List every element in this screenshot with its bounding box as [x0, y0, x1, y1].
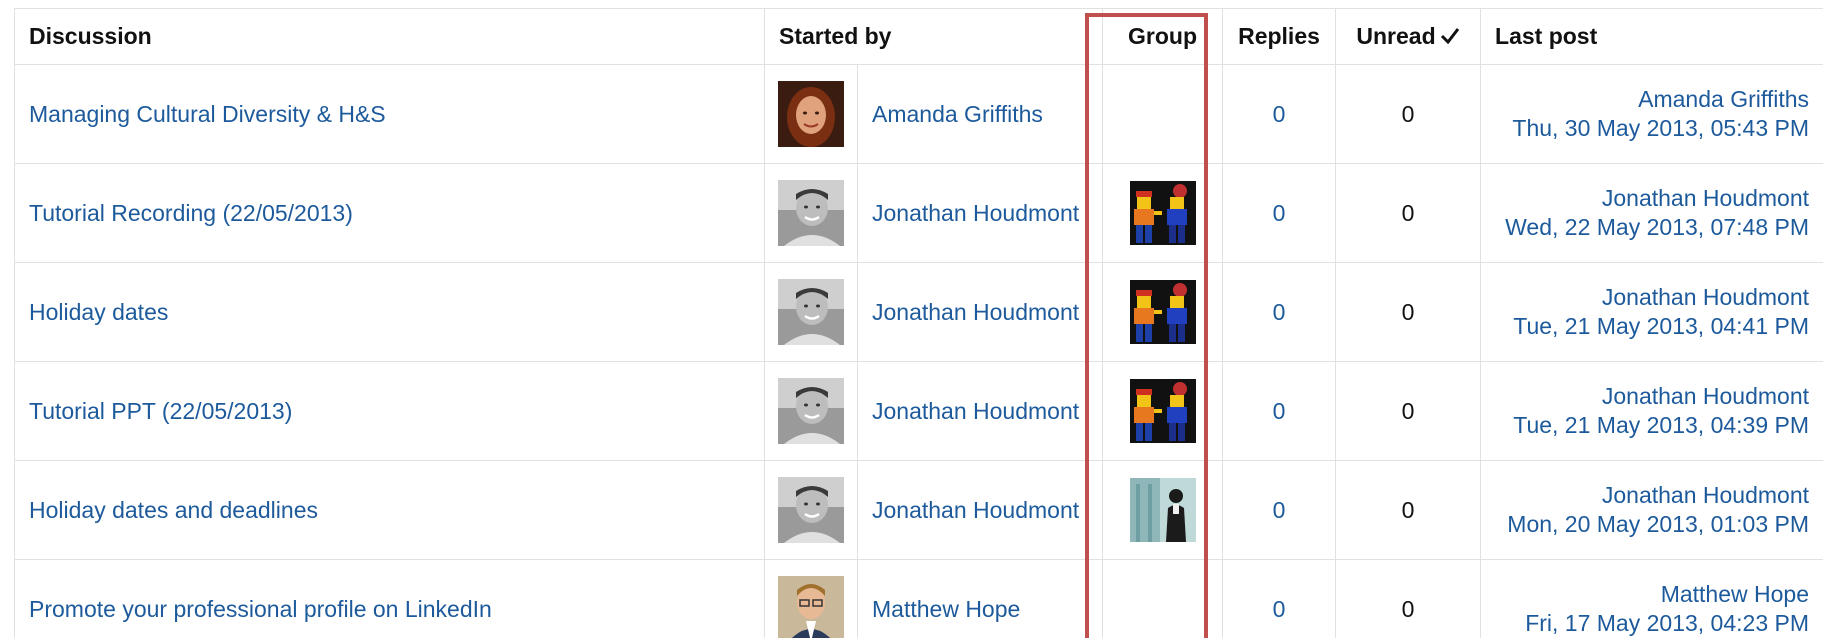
author-link[interactable]: Jonathan Houdmont	[872, 497, 1079, 523]
table-header-row: Discussion Started by Group Replies Unre…	[14, 8, 1823, 65]
discussion-cell: Tutorial PPT (22/05/2013)	[14, 361, 765, 461]
header-group: Group	[1102, 8, 1224, 65]
group-cell	[1102, 163, 1224, 263]
unread-count: 0	[1335, 64, 1482, 164]
discussion-cell: Holiday dates and deadlines	[14, 460, 765, 560]
group-picture-icon[interactable]	[1129, 379, 1196, 443]
header-started-by[interactable]: Started by	[763, 8, 1104, 65]
author-avatar-cell	[764, 460, 858, 560]
last-post-cell: Amanda Griffiths Thu, 30 May 2013, 05:43 …	[1480, 64, 1823, 164]
table-row: Holiday dates Jonathan Houdmont 0 0 Jonathan…	[14, 262, 1823, 362]
group-picture-icon[interactable]	[1129, 478, 1196, 542]
last-post-date-link[interactable]: Tue, 21 May 2013, 04:41 PM	[1489, 312, 1809, 341]
discussion-link[interactable]: Tutorial Recording (22/05/2013)	[29, 200, 353, 226]
avatar[interactable]	[778, 576, 844, 638]
replies-cell: 0	[1222, 163, 1337, 263]
author-link[interactable]: Matthew Hope	[872, 596, 1020, 622]
author-avatar-cell	[764, 262, 858, 362]
replies-cell: 0	[1222, 64, 1337, 164]
discussion-cell: Promote your professional profile on Lin…	[14, 559, 765, 638]
avatar[interactable]	[778, 81, 844, 147]
group-cell	[1102, 559, 1224, 638]
replies-link[interactable]: 0	[1273, 497, 1286, 523]
avatar[interactable]	[778, 378, 844, 444]
author-name-cell: Jonathan Houdmont	[856, 460, 1104, 560]
unread-count: 0	[1335, 361, 1482, 461]
discussion-link[interactable]: Promote your professional profile on Lin…	[29, 596, 492, 622]
replies-link[interactable]: 0	[1273, 596, 1286, 622]
last-post-author-link[interactable]: Amanda Griffiths	[1489, 85, 1809, 114]
discussion-link[interactable]: Holiday dates and deadlines	[29, 497, 318, 523]
last-post-cell: Jonathan Houdmont Tue, 21 May 2013, 04:41…	[1480, 262, 1823, 362]
last-post-date-link[interactable]: Mon, 20 May 2013, 01:03 PM	[1489, 510, 1809, 539]
replies-cell: 0	[1222, 559, 1337, 638]
discussion-cell: Holiday dates	[14, 262, 765, 362]
last-post-cell: Jonathan Houdmont Mon, 20 May 2013, 01:03…	[1480, 460, 1823, 560]
group-cell	[1102, 460, 1224, 560]
replies-cell: 0	[1222, 361, 1337, 461]
group-cell	[1102, 361, 1224, 461]
author-name-cell: Matthew Hope	[856, 559, 1104, 638]
last-post-author-link[interactable]: Jonathan Houdmont	[1489, 382, 1809, 411]
unread-count: 0	[1335, 559, 1482, 638]
discussion-cell: Tutorial Recording (22/05/2013)	[14, 163, 765, 263]
last-post-author-link[interactable]: Jonathan Houdmont	[1489, 283, 1809, 312]
last-post-cell: Jonathan Houdmont Tue, 21 May 2013, 04:39…	[1480, 361, 1823, 461]
last-post-date-link[interactable]: Fri, 17 May 2013, 04:23 PM	[1489, 609, 1809, 638]
header-last-post[interactable]: Last post	[1480, 8, 1823, 65]
avatar[interactable]	[778, 279, 844, 345]
group-cell	[1102, 64, 1224, 164]
table-row: Holiday dates and deadlines Jonathan Houd…	[14, 460, 1823, 560]
table-row: Tutorial PPT (22/05/2013) Jonathan Houdmo…	[14, 361, 1823, 461]
table-row: Tutorial Recording (22/05/2013) Jonathan …	[14, 163, 1823, 263]
author-name-cell: Jonathan Houdmont	[856, 163, 1104, 263]
last-post-author-link[interactable]: Matthew Hope	[1489, 580, 1809, 609]
author-avatar-cell	[764, 361, 858, 461]
group-picture-icon[interactable]	[1129, 280, 1196, 344]
last-post-author-link[interactable]: Jonathan Houdmont	[1489, 481, 1809, 510]
group-picture-icon[interactable]	[1129, 181, 1196, 245]
header-replies[interactable]: Replies	[1222, 8, 1337, 65]
table-row: Promote your professional profile on Lin…	[14, 559, 1823, 638]
unread-count: 0	[1335, 262, 1482, 362]
author-avatar-cell	[764, 163, 858, 263]
discussion-link[interactable]: Managing Cultural Diversity & H&S	[29, 101, 386, 127]
author-link[interactable]: Jonathan Houdmont	[872, 299, 1079, 325]
unread-count: 0	[1335, 460, 1482, 560]
last-post-date-link[interactable]: Wed, 22 May 2013, 07:48 PM	[1489, 213, 1809, 242]
replies-link[interactable]: 0	[1273, 101, 1286, 127]
avatar[interactable]	[778, 477, 844, 543]
replies-link[interactable]: 0	[1273, 200, 1286, 226]
author-link[interactable]: Amanda Griffiths	[872, 101, 1043, 127]
replies-link[interactable]: 0	[1273, 398, 1286, 424]
table-row: Managing Cultural Diversity & H&S Amanda …	[14, 64, 1823, 164]
discussion-link[interactable]: Tutorial PPT (22/05/2013)	[29, 398, 292, 424]
author-name-cell: Jonathan Houdmont	[856, 361, 1104, 461]
header-discussion[interactable]: Discussion	[14, 8, 765, 65]
avatar[interactable]	[778, 180, 844, 246]
author-avatar-cell	[764, 559, 858, 638]
replies-cell: 0	[1222, 460, 1337, 560]
header-unread-label: Unread	[1356, 23, 1436, 49]
author-name-cell: Jonathan Houdmont	[856, 262, 1104, 362]
author-name-cell: Amanda Griffiths	[856, 64, 1104, 164]
replies-link[interactable]: 0	[1273, 299, 1286, 325]
discussion-table: Discussion Started by Group Replies Unre…	[14, 8, 1823, 638]
group-cell	[1102, 262, 1224, 362]
author-avatar-cell	[764, 64, 858, 164]
last-post-date-link[interactable]: Thu, 30 May 2013, 05:43 PM	[1489, 114, 1809, 143]
author-link[interactable]: Jonathan Houdmont	[872, 200, 1079, 226]
last-post-author-link[interactable]: Jonathan Houdmont	[1489, 184, 1809, 213]
header-unread[interactable]: Unread	[1335, 8, 1482, 65]
last-post-cell: Matthew Hope Fri, 17 May 2013, 04:23 PM	[1480, 559, 1823, 638]
checkmark-icon[interactable]	[1440, 24, 1460, 50]
last-post-date-link[interactable]: Tue, 21 May 2013, 04:39 PM	[1489, 411, 1809, 440]
replies-cell: 0	[1222, 262, 1337, 362]
unread-count: 0	[1335, 163, 1482, 263]
last-post-cell: Jonathan Houdmont Wed, 22 May 2013, 07:48…	[1480, 163, 1823, 263]
discussion-cell: Managing Cultural Diversity & H&S	[14, 64, 765, 164]
discussion-link[interactable]: Holiday dates	[29, 299, 168, 325]
author-link[interactable]: Jonathan Houdmont	[872, 398, 1079, 424]
